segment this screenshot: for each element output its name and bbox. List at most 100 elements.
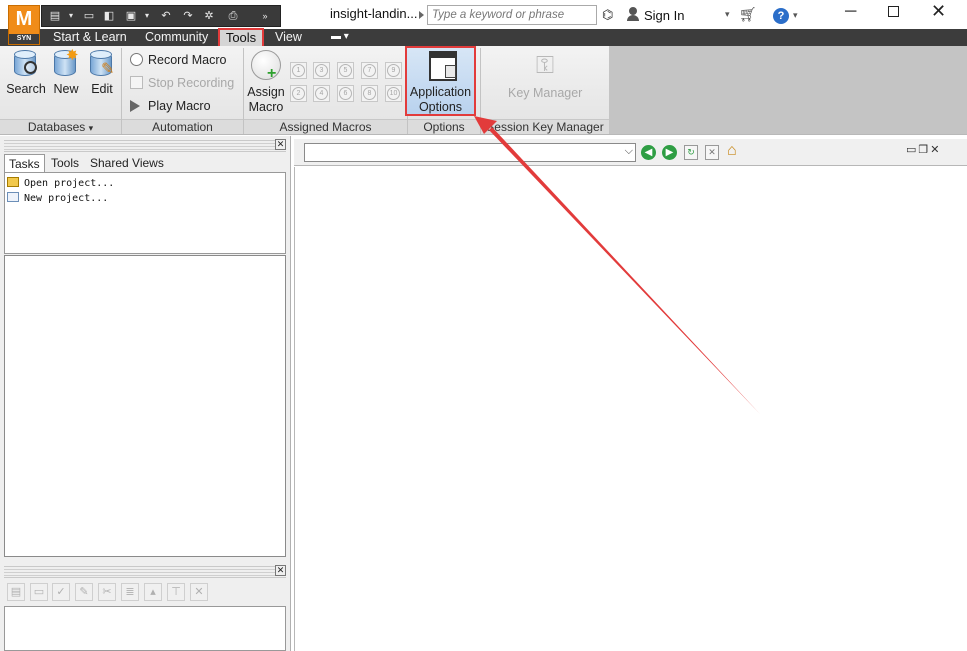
view-options-icon[interactable]: ▬ ▾ <box>331 31 349 42</box>
play-macro-label: Play Macro <box>148 99 211 113</box>
application-window-icon <box>429 51 457 81</box>
print-icon[interactable]: ⎙ <box>226 9 240 23</box>
minimize-button[interactable]: ─ <box>845 3 856 21</box>
assigned-macros-group-label: Assigned Macros <box>244 119 407 134</box>
refresh-icon[interactable]: ↻ <box>684 145 698 160</box>
settings-icon[interactable]: ✲ <box>202 9 216 23</box>
assign-macro-button[interactable]: Assign Macro <box>246 85 286 115</box>
task-label: Open project... <box>24 178 115 189</box>
session-key-manager-group-label: Session Key Manager <box>481 119 609 134</box>
sign-in-dropdown-icon[interactable]: ▾ <box>725 9 730 20</box>
database-search-button[interactable]: Search <box>6 49 46 96</box>
application-options-button[interactable]: Application Options <box>405 46 476 116</box>
macro-slot-10[interactable]: 10 <box>385 85 402 102</box>
tab-tools-panel[interactable]: Tools <box>47 154 83 172</box>
databases-group-label[interactable]: Databases ▾ <box>0 119 121 134</box>
macro-slot-6[interactable]: 6 <box>337 85 354 102</box>
open-folder-icon[interactable]: ▭ <box>82 9 96 23</box>
options-group-label: Options <box>408 119 480 134</box>
macro-slot-3[interactable]: 3 <box>313 62 330 79</box>
binoculars-icon[interactable]: ⌬ <box>602 7 613 23</box>
check-icon[interactable]: ✓ <box>52 583 70 601</box>
close-button[interactable]: ✕ <box>931 1 946 22</box>
new-project-icon <box>7 192 19 202</box>
application-options-label-2: Options <box>418 100 463 114</box>
app-menu-button[interactable]: M SYN <box>8 5 40 45</box>
macro-slot-9[interactable]: 9 <box>385 62 402 79</box>
macro-slot-1[interactable]: 1 <box>290 62 307 79</box>
navigator-pane <box>4 255 286 557</box>
filter-icon[interactable]: ⊤ <box>167 583 185 601</box>
tasks-list: Open project... New project... <box>4 172 286 254</box>
key-icon: ⚿ <box>535 52 555 79</box>
sign-in-button[interactable]: Sign In <box>644 8 684 23</box>
databases-group-text: Databases <box>27 120 86 134</box>
macro-slot-label: 2 <box>292 87 305 100</box>
user-icon <box>626 7 640 21</box>
list-icon[interactable]: ≣ <box>121 583 139 601</box>
pane-title-bar[interactable]: ✕ <box>4 565 286 578</box>
qat-dropdown-icon[interactable]: ▾ <box>64 9 78 23</box>
tools-icon[interactable]: ✂ <box>98 583 116 601</box>
tab-tasks[interactable]: Tasks <box>4 154 45 172</box>
details-pane <box>4 606 286 651</box>
record-macro-button[interactable]: Record Macro <box>130 53 227 67</box>
properties-icon[interactable]: ▤ <box>7 583 25 601</box>
forward-arrow-icon[interactable]: ▶ <box>662 145 677 160</box>
tab-tools[interactable]: Tools <box>218 28 264 48</box>
document-window-controls[interactable]: ▭❐✕ <box>906 143 941 156</box>
macro-slot-label: 4 <box>315 87 328 100</box>
search-input[interactable]: Type a keyword or phrase <box>427 5 597 25</box>
maximize-button[interactable] <box>888 6 899 17</box>
database-edit-label: Edit <box>91 82 113 96</box>
qat-more-icon[interactable]: » <box>258 9 272 23</box>
task-new-project[interactable]: New project... <box>7 192 108 204</box>
pane-title-bar[interactable]: ✕ <box>4 139 286 152</box>
tab-view[interactable]: View <box>275 29 302 46</box>
database-new-button[interactable]: ✸ New <box>49 47 83 96</box>
record-macro-label: Record Macro <box>148 53 227 67</box>
cart-icon[interactable]: 🛒︎ <box>739 6 757 23</box>
macro-slot-7[interactable]: 7 <box>361 62 378 79</box>
macro-slot-8[interactable]: 8 <box>361 85 378 102</box>
tab-community[interactable]: Community <box>145 29 208 46</box>
pane-close-icon[interactable]: ✕ <box>275 565 286 576</box>
assign-macro-label-1: Assign <box>247 85 285 99</box>
macro-slot-5[interactable]: 5 <box>337 62 354 79</box>
stop-recording-button[interactable]: Stop Recording <box>130 76 234 90</box>
key-manager-button[interactable]: Key Manager <box>508 86 582 100</box>
up-icon[interactable]: ▴ <box>144 583 162 601</box>
record-icon <box>130 53 143 66</box>
wrench-icon[interactable]: ✎ <box>75 583 93 601</box>
play-icon <box>130 100 140 112</box>
help-dropdown-icon[interactable]: ▾ <box>793 10 798 21</box>
database-new-label: New <box>53 82 79 96</box>
ribbon-empty-area <box>609 46 967 134</box>
help-button[interactable]: ? <box>773 8 789 24</box>
macro-slot-label: 1 <box>292 64 305 77</box>
export-icon[interactable]: ◧ <box>102 9 116 23</box>
save-dropdown-icon[interactable]: ▾ <box>140 9 154 23</box>
address-combo[interactable]: ⌵ <box>304 143 636 162</box>
search-expand-icon[interactable] <box>419 11 424 19</box>
delete-icon[interactable]: ✕ <box>190 583 208 601</box>
new-file-icon[interactable]: ▤ <box>48 9 62 23</box>
macro-slot-4[interactable]: 4 <box>313 85 330 102</box>
play-macro-button[interactable]: Play Macro <box>130 99 211 113</box>
assign-macro-icon[interactable] <box>251 50 281 80</box>
redo-icon[interactable]: ↷ <box>181 9 195 23</box>
application-options-label: Application Options <box>407 85 474 115</box>
home-icon[interactable]: ⌂ <box>727 142 737 160</box>
undo-icon[interactable]: ↶ <box>159 9 173 23</box>
database-edit-button[interactable]: ✎ Edit <box>86 49 118 96</box>
tab-start-learn[interactable]: Start & Learn <box>53 29 127 46</box>
tab-shared-views[interactable]: Shared Views <box>86 154 168 172</box>
chevron-down-icon[interactable]: ⌵ <box>625 145 633 158</box>
pane-close-icon[interactable]: ✕ <box>275 139 286 150</box>
macro-slot-2[interactable]: 2 <box>290 85 307 102</box>
frame-icon[interactable]: ▭ <box>30 583 48 601</box>
back-arrow-icon[interactable]: ◀ <box>641 145 656 160</box>
task-open-project[interactable]: Open project... <box>7 177 114 189</box>
save-icon[interactable]: ▣ <box>124 9 138 23</box>
stop-page-icon[interactable]: ✕ <box>705 145 719 160</box>
